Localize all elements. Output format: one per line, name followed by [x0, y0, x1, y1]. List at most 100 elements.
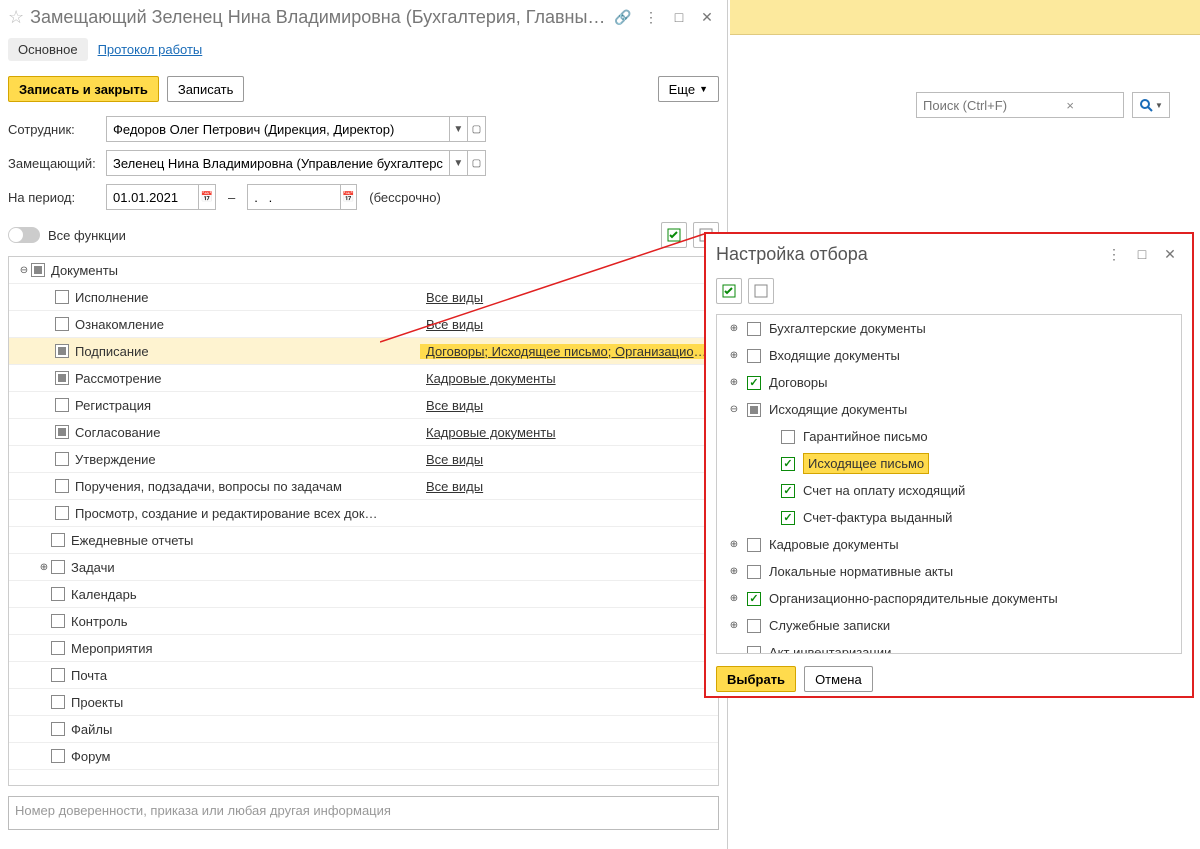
checkbox[interactable]: ✓: [781, 511, 795, 525]
tab-main[interactable]: Основное: [8, 38, 88, 61]
popup-tree-row[interactable]: ✓Счет на оплату исходящий: [717, 477, 1181, 504]
checkbox[interactable]: [51, 533, 65, 547]
tree-row[interactable]: ОзнакомлениеВсе виды: [9, 311, 718, 338]
tree-row[interactable]: Проекты: [9, 689, 718, 716]
types-link[interactable]: Кадровые документы: [420, 371, 562, 386]
tree-row[interactable]: УтверждениеВсе виды: [9, 446, 718, 473]
expander-icon[interactable]: ⊕: [727, 539, 741, 550]
expander-icon[interactable]: ⊕: [727, 323, 741, 334]
types-link[interactable]: Все виды: [420, 452, 489, 467]
checkbox[interactable]: [55, 290, 69, 304]
types-link[interactable]: Все виды: [420, 317, 489, 332]
types-link[interactable]: Все виды: [420, 290, 489, 305]
types-link[interactable]: Все виды: [420, 398, 489, 413]
maximize-icon[interactable]: □: [1130, 242, 1154, 266]
checkbox[interactable]: [55, 344, 69, 358]
types-link[interactable]: Кадровые документы: [420, 425, 562, 440]
checkbox[interactable]: [51, 722, 65, 736]
check-all-icon[interactable]: [661, 222, 687, 248]
uncheck-all-icon[interactable]: [748, 278, 774, 304]
checkbox[interactable]: [747, 619, 761, 633]
favorite-star-icon[interactable]: ☆: [8, 7, 24, 28]
calendar-icon[interactable]: 📅: [340, 185, 357, 209]
popup-tree-row[interactable]: Гарантийное письмо: [717, 423, 1181, 450]
popup-tree-row[interactable]: ⊕Бухгалтерские документы: [717, 315, 1181, 342]
dropdown-icon[interactable]: ▼: [449, 151, 467, 175]
popup-tree-row[interactable]: ⊕✓Договоры: [717, 369, 1181, 396]
checkbox[interactable]: ✓: [781, 457, 795, 471]
tree-row[interactable]: Мероприятия: [9, 635, 718, 662]
popup-tree-row[interactable]: ⊕Служебные записки: [717, 612, 1181, 639]
popup-tree-row[interactable]: Акт инвентаризации: [717, 639, 1181, 654]
all-functions-toggle[interactable]: [8, 227, 40, 243]
checkbox[interactable]: [747, 646, 761, 655]
close-icon[interactable]: ✕: [1158, 242, 1182, 266]
types-link[interactable]: Все виды: [420, 479, 489, 494]
popup-tree-row[interactable]: ⊕✓Организационно-распорядительные докуме…: [717, 585, 1181, 612]
tree-row[interactable]: ПодписаниеДоговоры; Исходящее письмо; Ор…: [9, 338, 718, 365]
employee-input[interactable]: [107, 120, 449, 139]
open-icon[interactable]: ▢: [467, 117, 485, 141]
tree-row[interactable]: РассмотрениеКадровые документы: [9, 365, 718, 392]
checkbox[interactable]: [747, 538, 761, 552]
expander-icon[interactable]: ⊕: [727, 620, 741, 631]
checkbox[interactable]: [51, 641, 65, 655]
types-link[interactable]: Договоры; Исходящее письмо; Организацион…: [420, 344, 718, 359]
tree-row[interactable]: СогласованиеКадровые документы: [9, 419, 718, 446]
checkbox[interactable]: ✓: [781, 484, 795, 498]
checkbox[interactable]: [51, 587, 65, 601]
save-close-button[interactable]: Записать и закрыть: [8, 76, 159, 102]
tree-row[interactable]: Просмотр, создание и редактирование всех…: [9, 500, 718, 527]
search-input[interactable]: [916, 92, 1124, 118]
dropdown-icon[interactable]: ▼: [449, 117, 467, 141]
comment-input[interactable]: Номер доверенности, приказа или любая др…: [8, 796, 719, 830]
checkbox[interactable]: [51, 560, 65, 574]
expander-icon[interactable]: ⊕: [727, 566, 741, 577]
clear-icon[interactable]: ×: [1066, 98, 1074, 113]
expander-icon[interactable]: ⊕: [727, 593, 741, 604]
expander-icon[interactable]: ⊕: [727, 377, 741, 388]
checkbox[interactable]: [747, 403, 761, 417]
checkbox[interactable]: [55, 479, 69, 493]
checkbox[interactable]: [51, 695, 65, 709]
tree-row[interactable]: Календарь: [9, 581, 718, 608]
checkbox[interactable]: [781, 430, 795, 444]
checkbox[interactable]: ✓: [747, 376, 761, 390]
tree-row[interactable]: Ежедневные отчеты: [9, 527, 718, 554]
cancel-button[interactable]: Отмена: [804, 666, 873, 692]
checkbox[interactable]: [747, 349, 761, 363]
popup-tree-row[interactable]: ✓Счет-фактура выданный: [717, 504, 1181, 531]
search-button[interactable]: ▼: [1132, 92, 1170, 118]
tree-row[interactable]: Почта: [9, 662, 718, 689]
checkbox[interactable]: [51, 749, 65, 763]
expander-icon[interactable]: ⊕: [727, 350, 741, 361]
checkbox[interactable]: [55, 317, 69, 331]
checkbox[interactable]: [55, 371, 69, 385]
date-to-input[interactable]: [248, 188, 339, 207]
link-icon[interactable]: 🔗: [611, 5, 635, 29]
date-from-input[interactable]: [107, 188, 198, 207]
tab-log[interactable]: Протокол работы: [88, 38, 213, 61]
tree-root[interactable]: ⊖ Документы: [9, 257, 718, 284]
more-button[interactable]: Еще ▼: [658, 76, 719, 102]
checkbox[interactable]: [747, 565, 761, 579]
calendar-icon[interactable]: 📅: [198, 185, 215, 209]
checkbox[interactable]: [55, 452, 69, 466]
checkbox[interactable]: [51, 614, 65, 628]
checkbox[interactable]: [55, 506, 69, 520]
close-icon[interactable]: ✕: [695, 5, 719, 29]
tree-row[interactable]: Файлы: [9, 716, 718, 743]
maximize-icon[interactable]: □: [667, 5, 691, 29]
tree-row[interactable]: Поручения, подзадачи, вопросы по задачам…: [9, 473, 718, 500]
popup-tree-row[interactable]: ⊕Локальные нормативные акты: [717, 558, 1181, 585]
expander-icon[interactable]: ⊖: [17, 265, 31, 276]
save-button[interactable]: Записать: [167, 76, 245, 102]
select-button[interactable]: Выбрать: [716, 666, 796, 692]
popup-tree-row[interactable]: ⊕Кадровые документы: [717, 531, 1181, 558]
expander-icon[interactable]: ⊖: [727, 404, 741, 415]
checkbox[interactable]: [31, 263, 45, 277]
popup-tree[interactable]: ⊕Бухгалтерские документы⊕Входящие докуме…: [716, 314, 1182, 654]
popup-tree-row[interactable]: ⊕Входящие документы: [717, 342, 1181, 369]
menu-icon[interactable]: ⋮: [639, 5, 663, 29]
tree-row[interactable]: Контроль: [9, 608, 718, 635]
